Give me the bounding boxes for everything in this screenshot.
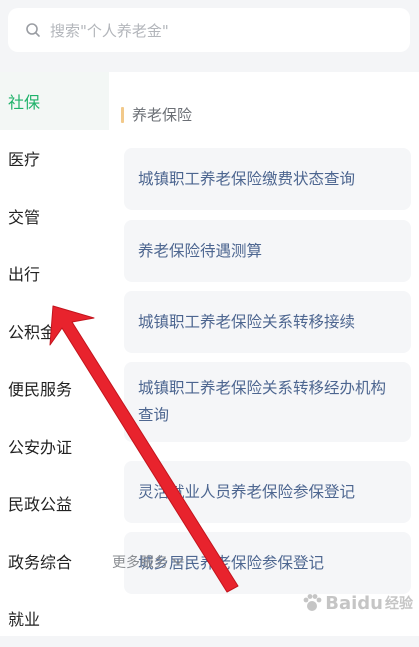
watermark-brand: Baidu: [325, 593, 383, 614]
section-title-text: 养老保险: [132, 104, 192, 125]
section-title: 养老保险: [121, 104, 192, 125]
sidebar-item-employment[interactable]: 就业: [0, 590, 109, 647]
service-card[interactable]: 城镇职工养老保险缴费状态查询: [124, 148, 411, 210]
service-card[interactable]: 灵活就业人员养老保险参保登记: [124, 461, 411, 523]
paw-icon: [301, 592, 323, 614]
search-icon: [24, 21, 42, 39]
service-card[interactable]: 城镇职工养老保险关系转移接续: [124, 291, 411, 353]
sidebar-item-civil-affairs[interactable]: 民政公益: [0, 475, 109, 533]
sidebar-item-social-security[interactable]: 社保: [0, 72, 109, 130]
more-services-label: 更多服务: [112, 552, 168, 572]
section-title-marker: [121, 107, 124, 123]
sidebar-item-housing-fund[interactable]: 公积金: [0, 302, 109, 360]
service-card[interactable]: 养老保险待遇测算: [124, 220, 411, 282]
search-bar[interactable]: 搜索"个人养老金": [8, 8, 410, 52]
search-input[interactable]: 搜索"个人养老金": [50, 20, 169, 41]
sidebar-item-convenience[interactable]: 便民服务: [0, 360, 109, 418]
category-sidebar: 社保 医疗 交管 出行 公积金 便民服务 公安办证 民政公益 政务综合 就业: [0, 72, 109, 636]
baidu-jingyan-watermark: Baidu 经验: [301, 592, 413, 614]
more-services-link[interactable]: 更多服务: [112, 552, 184, 572]
service-card[interactable]: 城镇职工养老保险关系转移经办机构查询: [124, 362, 411, 442]
sidebar-item-police-certificates[interactable]: 公安办证: [0, 417, 109, 475]
watermark-sub: 经验: [385, 593, 413, 613]
chevron-down-icon: [172, 554, 184, 570]
sidebar-item-traffic[interactable]: 交管: [0, 187, 109, 245]
sidebar-item-medical[interactable]: 医疗: [0, 130, 109, 188]
sidebar-item-government-affairs[interactable]: 政务综合: [0, 532, 109, 590]
sidebar-item-travel[interactable]: 出行: [0, 245, 109, 303]
